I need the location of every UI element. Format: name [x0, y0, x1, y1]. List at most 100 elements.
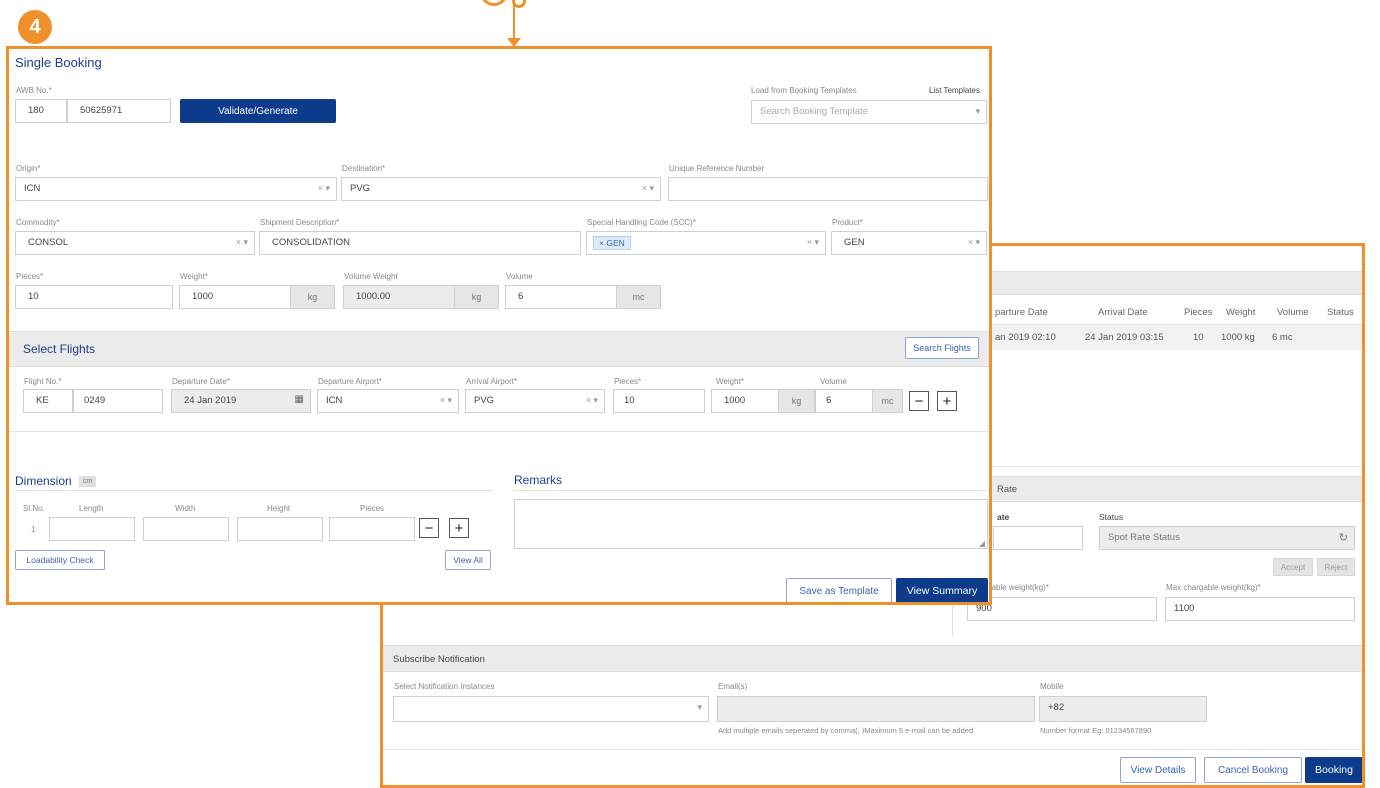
remarks-underline: [514, 490, 988, 491]
arrival-airport-select[interactable]: PVG × ▾: [465, 389, 605, 413]
commodity-value: CONSOL: [28, 237, 69, 248]
product-label: Product*: [832, 218, 863, 227]
cell-departure: an 2019 02:10: [995, 332, 1056, 343]
search-flights-button[interactable]: Search Flights: [905, 337, 979, 359]
templates-label: Load from Booking Templates: [751, 86, 857, 95]
notification-instances-select[interactable]: ▾: [393, 696, 709, 722]
rate-input[interactable]: [993, 526, 1083, 550]
calendar-icon[interactable]: ▦: [295, 394, 304, 405]
view-summary-button[interactable]: View Summary: [896, 578, 988, 602]
origin-label: Origin*: [16, 164, 41, 173]
length-input[interactable]: [49, 517, 135, 541]
volume-weight-label: Volume Weight: [344, 272, 398, 281]
awb-number-input[interactable]: 50625971: [67, 99, 171, 123]
volume-input[interactable]: 6 mc: [505, 285, 661, 309]
flight-number-input[interactable]: 0249: [73, 389, 163, 413]
dim-pieces-input[interactable]: [329, 517, 415, 541]
select-clear-caret-icon[interactable]: × ▾: [440, 395, 452, 406]
accept-button[interactable]: Accept: [1273, 558, 1313, 576]
select-clear-caret-icon[interactable]: × ▾: [807, 237, 819, 248]
view-all-button[interactable]: View All: [445, 550, 491, 570]
spot-rate-status-field[interactable]: Spot Rate Status ↻: [1099, 526, 1355, 550]
view-details-button[interactable]: View Details: [1120, 757, 1196, 783]
max-chargeable-input[interactable]: 1100: [1165, 597, 1355, 621]
callout-arrow-line: [513, 0, 515, 40]
single-booking-panel: Single Booking AWB No.* 180 50625971 Val…: [6, 46, 992, 605]
departure-date-label: Departure Date*: [172, 377, 230, 386]
flight-weight-input[interactable]: 1000 kg: [711, 389, 815, 413]
template-placeholder: Search Booking Template: [760, 106, 869, 117]
dropdown-caret-icon: ▾: [697, 702, 702, 712]
carrier-input[interactable]: KE: [23, 389, 73, 413]
departure-airport-select[interactable]: ICN × ▾: [317, 389, 459, 413]
product-select[interactable]: GEN × ▾: [831, 231, 987, 255]
volume-value: 6: [518, 291, 524, 302]
flight-volume-value: 6: [826, 395, 832, 406]
departure-date-input[interactable]: 24 Jan 2019 ▦: [171, 389, 311, 413]
arrival-airport-value: PVG: [474, 395, 495, 406]
height-input[interactable]: [237, 517, 323, 541]
flight-weight-value: 1000: [724, 395, 746, 406]
pieces-input[interactable]: 10: [15, 285, 173, 309]
dim-col-sno: Sl.No.: [23, 504, 45, 513]
remove-dimension-button[interactable]: −: [419, 518, 439, 538]
reject-button[interactable]: Reject: [1317, 558, 1355, 576]
save-as-template-button[interactable]: Save as Template: [786, 578, 892, 602]
departure-airport-value: ICN: [326, 395, 343, 406]
weight-label: Weight*: [180, 272, 208, 281]
col-volume: Volume: [1277, 307, 1309, 318]
select-clear-caret-icon[interactable]: × ▾: [968, 237, 980, 248]
refresh-icon[interactable]: ↻: [1339, 531, 1348, 544]
urn-input[interactable]: [668, 177, 988, 201]
departure-date-value: 24 Jan 2019: [184, 395, 237, 406]
booking-button[interactable]: Booking: [1305, 757, 1362, 783]
width-input[interactable]: [143, 517, 229, 541]
dim-col-pieces: Pieces: [360, 504, 385, 513]
col-arrival-date: Arrival Date: [1098, 307, 1148, 318]
spot-rate-status-text: Spot Rate Status: [1108, 532, 1180, 543]
cell-pieces: 10: [1193, 332, 1204, 343]
volume-weight-unit: kg: [454, 286, 498, 308]
unit-badge[interactable]: cm: [79, 476, 97, 488]
remarks-title: Remarks: [514, 473, 563, 487]
awb-prefix-input[interactable]: 180: [15, 99, 67, 123]
remarks-textarea[interactable]: ◢: [514, 499, 988, 549]
notification-instances-label: Select Notification Instances: [394, 682, 495, 691]
select-clear-caret-icon[interactable]: × ▾: [586, 395, 598, 406]
mobile-hint: Number format Eg: 01234567890: [1040, 726, 1152, 735]
resize-handle-icon[interactable]: ◢: [979, 539, 985, 548]
template-search-select[interactable]: Search Booking Template ▾: [751, 100, 987, 124]
commodity-select[interactable]: CONSOL × ▾: [15, 231, 255, 255]
validate-generate-button[interactable]: Validate/Generate: [180, 99, 336, 123]
list-templates-link[interactable]: List Templates: [929, 86, 980, 95]
destination-select[interactable]: PVG × ▾: [341, 177, 661, 201]
select-clear-caret-icon[interactable]: × ▾: [318, 183, 330, 194]
pieces-label: Pieces*: [16, 272, 44, 281]
min-chargeable-input[interactable]: 900: [967, 597, 1157, 621]
dimension-title: Dimension cm: [15, 474, 97, 488]
dim-col-height: Height: [267, 504, 291, 513]
dimension-underline: [15, 490, 493, 491]
dropdown-caret-icon: ▾: [975, 106, 980, 116]
weight-input[interactable]: 1000 kg: [179, 285, 335, 309]
add-dimension-button[interactable]: +: [449, 518, 469, 538]
cancel-booking-button[interactable]: Cancel Booking: [1204, 757, 1302, 783]
origin-select[interactable]: ICN × ▾: [15, 177, 337, 201]
emails-input[interactable]: [717, 696, 1035, 722]
weight-value: 1000: [192, 291, 214, 302]
emails-label: Email(s): [718, 682, 748, 691]
select-flights-header: Select Flights: [9, 331, 989, 367]
shc-select[interactable]: × GEN × ▾: [586, 231, 826, 255]
add-flight-button[interactable]: +: [937, 391, 957, 411]
flight-pieces-input[interactable]: 10: [613, 389, 705, 413]
select-clear-caret-icon[interactable]: × ▾: [236, 237, 248, 248]
mobile-input[interactable]: +82: [1039, 696, 1207, 722]
select-clear-caret-icon[interactable]: × ▾: [642, 183, 654, 194]
callout-badge: 4: [18, 10, 52, 44]
loadability-check-button[interactable]: Loadability Check: [15, 550, 105, 570]
flight-volume-input[interactable]: 6 mc: [815, 389, 903, 413]
shc-tag[interactable]: × GEN: [593, 236, 631, 250]
flight-volume-unit: mc: [872, 390, 902, 412]
remove-flight-button[interactable]: −: [909, 391, 929, 411]
shipment-input[interactable]: CONSOLIDATION: [259, 231, 581, 255]
